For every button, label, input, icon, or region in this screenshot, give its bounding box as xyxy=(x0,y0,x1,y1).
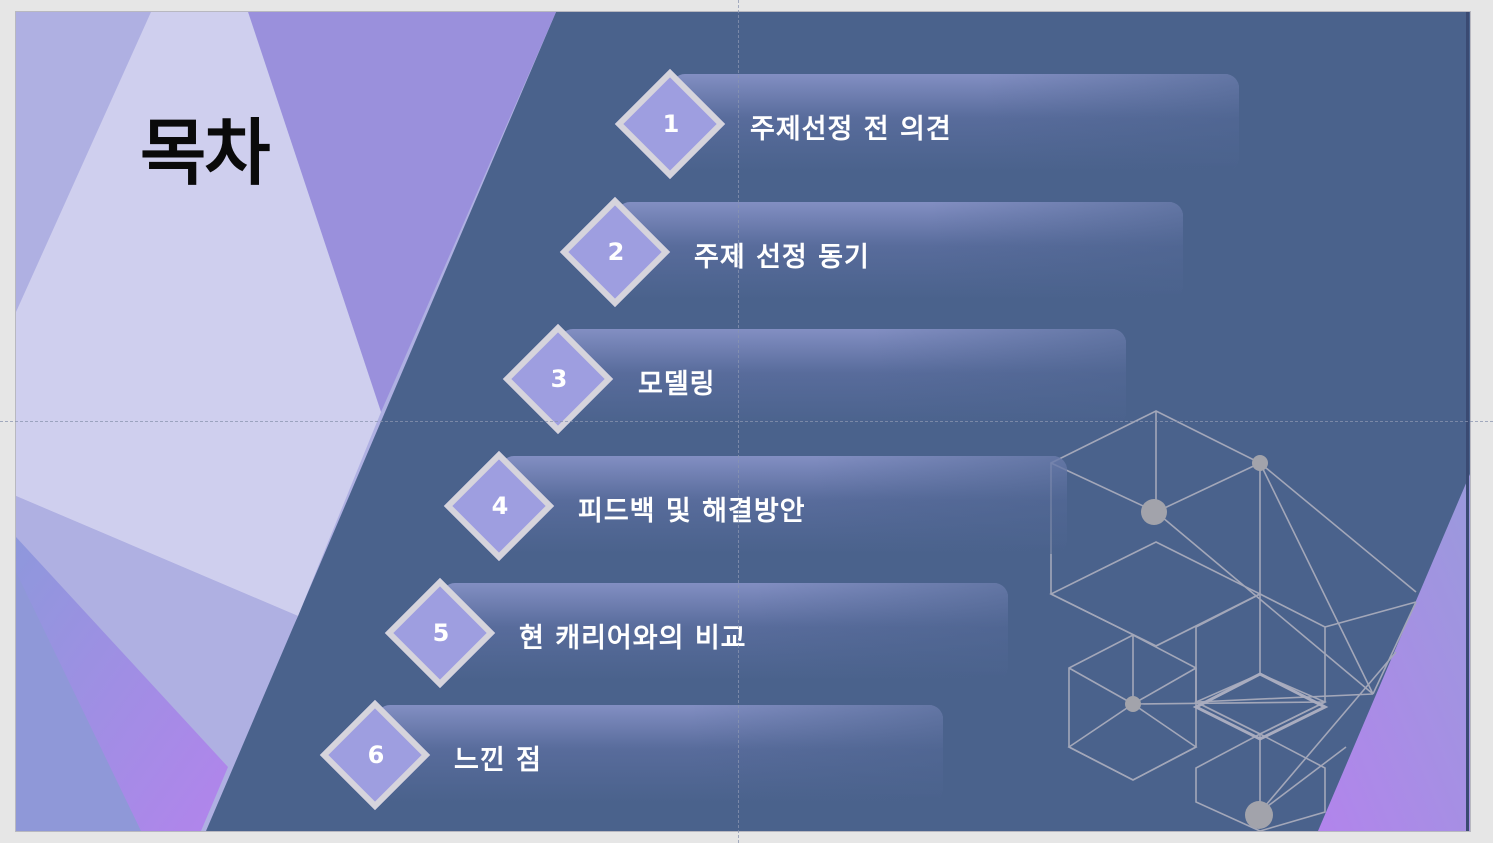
toc-item-4-label[interactable]: 피드백 및 해결방안 xyxy=(578,489,806,528)
toc-item-4-number: 4 xyxy=(491,492,509,520)
toc-item-2-number: 2 xyxy=(607,238,625,266)
page-title[interactable]: 목차 xyxy=(140,94,270,199)
toc-item-1-number: 1 xyxy=(662,110,680,138)
toc-item-6-label[interactable]: 느낀 점 xyxy=(454,738,542,777)
toc-item-1-label[interactable]: 주제선정 전 의견 xyxy=(750,107,952,146)
toc-item-6-number: 6 xyxy=(367,741,385,769)
toc-item-3-label[interactable]: 모델링 xyxy=(638,362,716,401)
toc-item-3-number: 3 xyxy=(550,365,568,393)
toc-item-5-label[interactable]: 현 캐리어와의 비교 xyxy=(519,616,747,655)
right-purple-shape xyxy=(1318,474,1470,831)
toc-item-2-label[interactable]: 주제 선정 동기 xyxy=(694,235,870,274)
horizontal-guide-line[interactable] xyxy=(0,421,1493,422)
toc-item-5-number: 5 xyxy=(432,619,450,647)
